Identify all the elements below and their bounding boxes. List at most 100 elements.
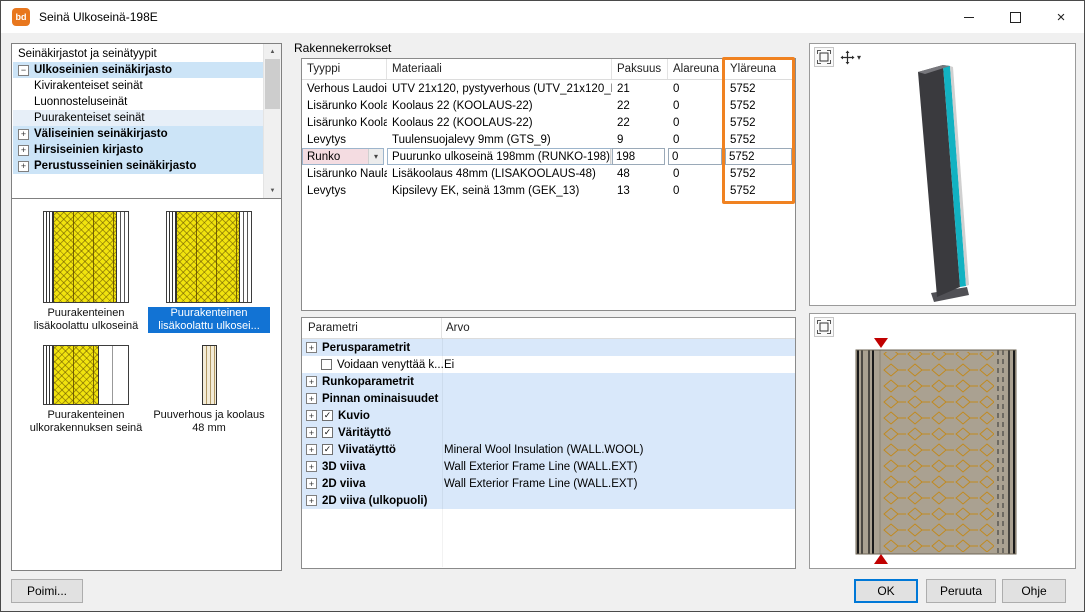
- wall-type-thumbnail[interactable]: [166, 211, 252, 303]
- chevron-down-icon[interactable]: ▾: [368, 149, 383, 164]
- wall-type-caption: Puuverhous ja koolaus 48 mm: [148, 409, 270, 435]
- column-header-parametri[interactable]: Parametri: [302, 318, 442, 338]
- param-value: Wall Exterior Frame Line (WALL.EXT): [444, 461, 637, 473]
- close-button[interactable]: ×: [1038, 1, 1084, 33]
- expand-icon[interactable]: +: [18, 129, 29, 140]
- minimize-button[interactable]: [946, 1, 992, 33]
- wall-type-thumbnail[interactable]: [166, 345, 252, 405]
- layer-material: UTV 21x120, pystyverhous (UTV_21x120_P..…: [387, 80, 612, 97]
- wall-type-item[interactable]: Puurakenteinen lisäkoolattu ulkoseinä: [25, 211, 147, 333]
- layer-type-select[interactable]: Runko ▾: [302, 148, 384, 165]
- wall-type-item-selected[interactable]: Puurakenteinen lisäkoolattu ulkosei...: [148, 211, 270, 333]
- tree-scrollbar[interactable]: ▲ ▼: [263, 44, 281, 198]
- expand-icon[interactable]: +: [306, 478, 317, 489]
- param-group-varitaytto[interactable]: + ✓ Väritäyttö: [302, 424, 795, 441]
- param-group-3d-viiva[interactable]: + 3D viiva Wall Exterior Frame Line (WAL…: [302, 458, 795, 475]
- column-header-materiaali[interactable]: Materiaali: [387, 59, 612, 79]
- chevron-down-icon[interactable]: ▾: [857, 53, 861, 62]
- tree-item-label: Ulkoseinien seinäkirjasto: [34, 64, 172, 76]
- preview-3d[interactable]: ▾: [809, 43, 1076, 306]
- column-header-ylareuna[interactable]: Yläreuna: [725, 59, 795, 79]
- layer-row[interactable]: Lisärunko Koola... Koolaus 22 (KOOLAUS-2…: [302, 114, 795, 131]
- expand-icon[interactable]: +: [306, 376, 317, 387]
- layer-row[interactable]: Levytys Kipsilevy EK, seinä 13mm (GEK_13…: [302, 182, 795, 199]
- tree-root[interactable]: Seinäkirjastot ja seinätyypit: [13, 46, 263, 62]
- param-group-runkoparametrit[interactable]: + Runkoparametrit: [302, 373, 795, 390]
- tree-item-luonnosteluseinat[interactable]: Luonnosteluseinät: [13, 94, 263, 110]
- help-button[interactable]: Ohje: [1002, 579, 1066, 603]
- expand-icon[interactable]: +: [306, 410, 317, 421]
- wall-type-item[interactable]: Puuverhous ja koolaus 48 mm: [148, 345, 270, 435]
- param-group-kuvio[interactable]: + ✓ Kuvio: [302, 407, 795, 424]
- layer-row[interactable]: Lisärunko Naula... Lisäkoolaus 48mm (LIS…: [302, 165, 795, 182]
- cancel-button[interactable]: Peruuta: [926, 579, 996, 603]
- window-controls: ×: [946, 1, 1084, 33]
- checkbox-checked[interactable]: ✓: [322, 427, 333, 438]
- layer-top-edge: 5752: [725, 97, 795, 114]
- param-group-pinnan-ominaisuudet[interactable]: + Pinnan ominaisuudet: [302, 390, 795, 407]
- layer-material: Kipsilevy EK, seinä 13mm (GEK_13): [387, 182, 612, 199]
- tree-item-hirsiseinien-kirjasto[interactable]: + Hirsiseinien kirjasto: [13, 142, 263, 158]
- thickness-input[interactable]: [612, 148, 665, 165]
- expand-icon[interactable]: +: [306, 495, 317, 506]
- bottom-edge-input[interactable]: [668, 148, 722, 165]
- checkbox-checked[interactable]: ✓: [322, 444, 333, 455]
- param-group-viivataytto[interactable]: + ✓ Viivatäyttö Mineral Wool Insulation …: [302, 441, 795, 458]
- checkbox-checked[interactable]: ✓: [322, 410, 333, 421]
- layer-type-value: Runko: [303, 151, 368, 163]
- column-header-alareuna[interactable]: Alareuna: [668, 59, 725, 79]
- preview-toolbar: ▾: [814, 47, 863, 67]
- minimize-icon: [964, 17, 974, 18]
- tree-item-perustusseinien-seinakirjasto[interactable]: + Perustusseinien seinäkirjasto: [13, 158, 263, 174]
- checkbox-unchecked[interactable]: [321, 359, 332, 370]
- collapse-icon[interactable]: −: [18, 65, 29, 76]
- zoom-fit-icon[interactable]: [814, 47, 834, 67]
- wall-type-thumbnail[interactable]: [43, 345, 129, 405]
- expand-icon[interactable]: +: [306, 393, 317, 404]
- expand-icon[interactable]: +: [306, 444, 317, 455]
- maximize-button[interactable]: [992, 1, 1038, 33]
- layer-row[interactable]: Verhous Laudoit... UTV 21x120, pystyverh…: [302, 80, 795, 97]
- wall-library-tree: Seinäkirjastot ja seinätyypit − Ulkosein…: [11, 43, 282, 199]
- expand-icon[interactable]: +: [306, 461, 317, 472]
- scrollbar-thumb[interactable]: [265, 59, 280, 109]
- tree-item-ulkoseinien-seinakirjasto[interactable]: − Ulkoseinien seinäkirjasto: [13, 62, 263, 78]
- expand-icon[interactable]: +: [306, 342, 317, 353]
- expand-icon[interactable]: +: [18, 145, 29, 156]
- tree-item-kivirakenteiset-seinat[interactable]: Kivirakenteiset seinät: [13, 78, 263, 94]
- preview-2d[interactable]: [809, 313, 1076, 569]
- wall-type-item[interactable]: Puurakenteinen ulkorakennuksen seinä: [25, 345, 147, 435]
- wall-type-thumbnail[interactable]: [43, 211, 129, 303]
- tree-item-label: Luonnosteluseinät: [34, 96, 127, 108]
- layer-top-edge: 5752: [725, 165, 795, 182]
- wall-type-dialog: bd Seinä Ulkoseinä-198E × Seinäkirjastot…: [0, 0, 1085, 612]
- tree-item-puurakenteiset-seinat[interactable]: Puurakenteiset seinät: [13, 110, 263, 126]
- layer-row-editing[interactable]: Runko ▾ Puurunko ulkoseinä 198mm (RUNKO-…: [302, 148, 795, 165]
- layer-type: Levytys: [302, 131, 387, 148]
- tree-item-label: Hirsiseinien kirjasto: [34, 144, 143, 156]
- layer-row[interactable]: Lisärunko Koola... Koolaus 22 (KOOLAUS-2…: [302, 97, 795, 114]
- layer-top-edge: 5752: [725, 114, 795, 131]
- param-group-2d-viiva-ulkopuoli[interactable]: + 2D viiva (ulkopuoli): [302, 492, 795, 509]
- column-header-arvo[interactable]: Arvo: [442, 318, 795, 338]
- top-edge-input[interactable]: [725, 148, 792, 165]
- pan-icon[interactable]: ▾: [838, 47, 863, 67]
- layer-row[interactable]: Levytys Tuulensuojalevy 9mm (GTS_9) 9 0 …: [302, 131, 795, 148]
- tree-item-valiseinien-seinakirjasto[interactable]: + Väliseinien seinäkirjasto: [13, 126, 263, 142]
- column-header-tyyppi[interactable]: Tyyppi: [302, 59, 387, 79]
- param-row-voidaan-venyttaa[interactable]: Voidaan venyttää k... Ei: [302, 356, 795, 373]
- zoom-fit-icon[interactable]: [814, 317, 834, 337]
- titlebar[interactable]: bd Seinä Ulkoseinä-198E ×: [1, 1, 1084, 33]
- layer-thickness: 9: [612, 131, 668, 148]
- ok-button[interactable]: OK: [854, 579, 918, 603]
- expand-icon[interactable]: +: [18, 161, 29, 172]
- column-header-paksuus[interactable]: Paksuus: [612, 59, 668, 79]
- param-group-perusparametrit[interactable]: + Perusparametrit: [302, 339, 795, 356]
- param-group-2d-viiva[interactable]: + 2D viiva Wall Exterior Frame Line (WAL…: [302, 475, 795, 492]
- scroll-down-icon[interactable]: ▼: [264, 183, 281, 198]
- expand-icon[interactable]: +: [306, 427, 317, 438]
- scroll-up-icon[interactable]: ▲: [264, 44, 281, 59]
- layer-bottom-edge: 0: [668, 182, 725, 199]
- layer-material-select[interactable]: Puurunko ulkoseinä 198mm (RUNKO-198) ▾: [387, 148, 612, 165]
- poimi-button[interactable]: Poimi...: [11, 579, 83, 603]
